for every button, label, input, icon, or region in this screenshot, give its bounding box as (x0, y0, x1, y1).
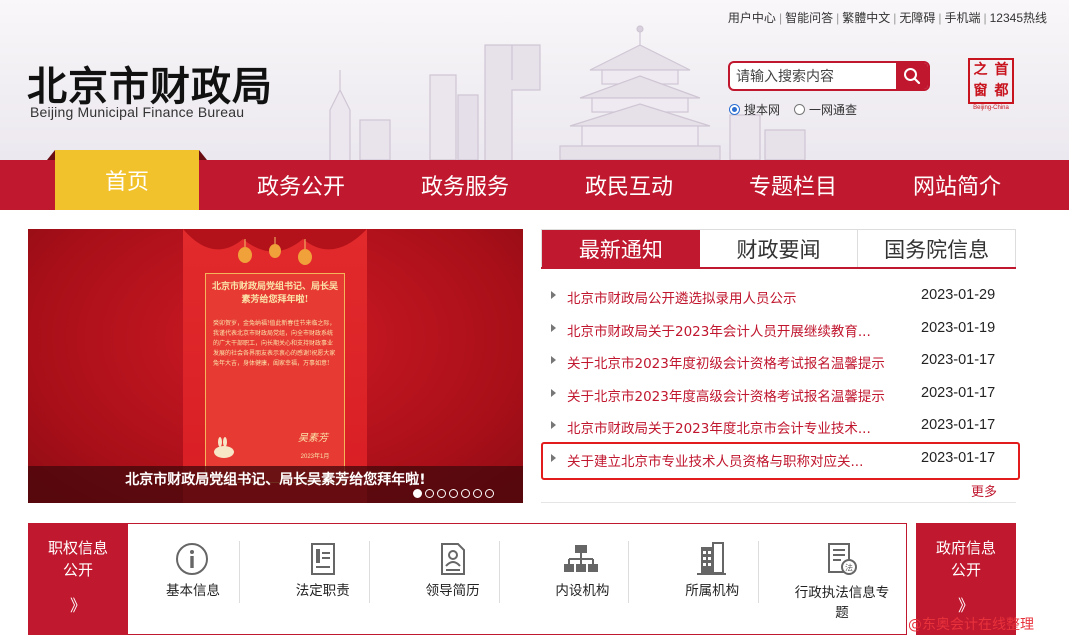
tab-state-council-info[interactable]: 国务院信息 (858, 230, 1015, 267)
rabbit-icon (214, 437, 234, 458)
nav-item-government-affairs-disclosure[interactable]: 政务公开 (219, 160, 383, 210)
nav-item-site-intro[interactable]: 网站简介 (875, 160, 1039, 210)
list-item[interactable]: 北京市财政局关于2023年会计人员开展继续教育... 2023-01-19 (541, 312, 1016, 345)
radio-search-all[interactable]: 一网通查 (794, 101, 857, 118)
arrow-right-icon (551, 323, 556, 332)
link-user-center[interactable]: 用户中心 (728, 9, 776, 26)
new-year-greeting-poster: 北京市财政局党组书记、局长吴素芳给您拜年啦! 癸卯贺岁，金兔纳福!值此新春佳节来… (183, 229, 367, 503)
profile-icon (440, 543, 465, 575)
more-link[interactable]: 更多 (971, 481, 997, 500)
watermark-text: @东奥会计在线整理 (908, 617, 1034, 633)
law-document-icon: 法 (827, 543, 857, 575)
arrow-right-icon (551, 356, 556, 364)
banner-carousel[interactable]: 北京市财政局党组书记、局长吴素芳给您拜年啦! 癸卯贺岁，金兔纳福!值此新春佳节来… (28, 229, 523, 503)
authority-info-items: 基本信息 法定职责 领导简历 内设机构 所属机构 法 行政执法信息专题 (128, 523, 907, 635)
link-12345-hotline[interactable]: 12345热线 (990, 9, 1047, 26)
poster-signature: 吴素芳 (298, 433, 328, 444)
carousel-dot-7[interactable] (485, 489, 494, 498)
carousel-dot-3[interactable] (437, 489, 446, 498)
bottom-item-administrative-law-enforcement[interactable]: 法 行政执法信息专题 (777, 523, 907, 635)
document-icon (310, 543, 335, 575)
site-logo-english: Beijing Municipal Finance Bureau (30, 104, 245, 120)
poster-heading: 北京市财政局党组书记、局长吴素芳给您拜年啦! (211, 282, 338, 305)
nav-item-special-topics[interactable]: 专题栏目 (711, 160, 875, 210)
carousel-dot-5[interactable] (461, 489, 470, 498)
capital-window-seal-logo[interactable]: 之 首 窗 都 Beijing-China (968, 58, 1018, 111)
link-accessibility[interactable]: 无障碍 (899, 9, 935, 26)
search-input[interactable] (730, 63, 904, 89)
search-scope: 搜本网 一网通查 (729, 101, 871, 118)
list-item[interactable]: 关于北京市2023年度初级会计资格考试报名温馨提示 2023-01-17 (541, 344, 1016, 377)
authority-info-disclosure-button[interactable]: 职权信息 公开 》 (28, 523, 128, 635)
site-header: 用户中心 | 智能问答 | 繁體中文 | 无障碍 | 手机端 | 12345热线 北京市财… (0, 0, 1069, 160)
link-mobile[interactable]: 手机端 (944, 9, 980, 26)
carousel-dot-4[interactable] (449, 489, 458, 498)
list-item[interactable]: 北京市财政局关于2023年度北京市会计专业技术... 2023-01-17 (541, 409, 1016, 442)
nav-item-government-services[interactable]: 政务服务 (383, 160, 547, 210)
radio-dot-icon (794, 104, 806, 115)
carousel-dots (413, 489, 497, 498)
news-tabs: 最新通知 财政要闻 国务院信息 (541, 229, 1016, 267)
arrow-right-icon (551, 421, 556, 429)
tab-latest-notices[interactable]: 最新通知 (542, 230, 700, 267)
poster-body-text: 癸卯贺岁，金兔纳福!值此新春佳节来临之际，我谨代表北京市财政局党组，向全市财政系… (213, 320, 336, 367)
highlighted-news-item-outline (541, 442, 1020, 480)
info-icon (176, 543, 208, 575)
banner-caption[interactable]: 北京市财政局党组书记、局长吴素芳给您拜年啦! (28, 469, 523, 489)
arrow-right-icon (551, 291, 556, 299)
radio-search-site[interactable]: 搜本网 (729, 101, 780, 118)
link-traditional-chinese[interactable]: 繁體中文 (842, 9, 890, 26)
nav-item-public-interaction[interactable]: 政民互动 (547, 160, 711, 210)
org-chart-icon (564, 545, 599, 572)
svg-text:法: 法 (845, 563, 853, 573)
nav-item-home[interactable]: 首页 (47, 150, 207, 210)
top-links: 用户中心 | 智能问答 | 繁體中文 | 无障碍 | 手机端 | 12345热线 (727, 9, 1047, 26)
arrow-right-icon (551, 388, 556, 397)
list-item[interactable]: 关于北京市2023年度高级会计资格考试报名温馨提示 2023-01-17 (541, 377, 1016, 410)
search-button[interactable] (896, 63, 928, 89)
building-icon (697, 542, 727, 575)
double-chevron-icon: 》 (69, 596, 86, 615)
carousel-dot-6[interactable] (473, 489, 482, 498)
search-box (728, 61, 930, 91)
search-icon (904, 68, 921, 85)
bottom-item-leader-resumes[interactable]: 领导简历 (388, 523, 518, 635)
radio-dot-icon (729, 104, 740, 115)
carousel-dot-1[interactable] (413, 489, 422, 498)
carousel-dot-2[interactable] (425, 489, 434, 498)
list-item[interactable]: 北京市财政局公开遴选拟录用人员公示 2023-01-29 (541, 279, 1016, 312)
tab-finance-news[interactable]: 财政要闻 (700, 230, 859, 267)
poster-date: 2023年1月 (300, 454, 330, 460)
link-smart-qa[interactable]: 智能问答 (785, 9, 833, 26)
